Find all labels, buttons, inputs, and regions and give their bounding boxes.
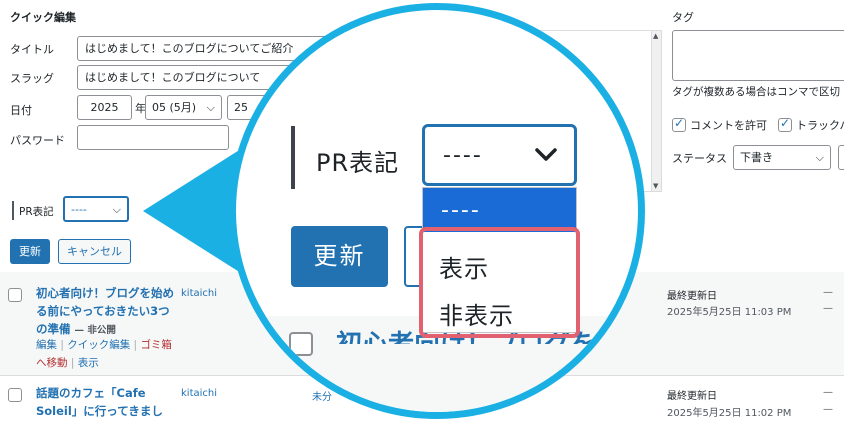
pr-label-bar: [291, 126, 295, 189]
magnifier-callout: PR表記 ---- 更新 初心者向け！ブログを始める前にやっておきたい3つの準備…: [229, 3, 645, 419]
options-highlight-box: [419, 227, 580, 338]
pr-select-zoomed[interactable]: ----: [422, 124, 577, 186]
pr-option-selected[interactable]: ----: [423, 188, 576, 232]
row-checkbox-zoomed[interactable]: [289, 332, 313, 356]
pr-label-zoomed: PR表記: [316, 149, 400, 177]
pr-select-value: ----: [443, 143, 483, 168]
update-button-zoomed[interactable]: 更新: [291, 226, 388, 287]
chevron-down-icon: [532, 139, 560, 172]
